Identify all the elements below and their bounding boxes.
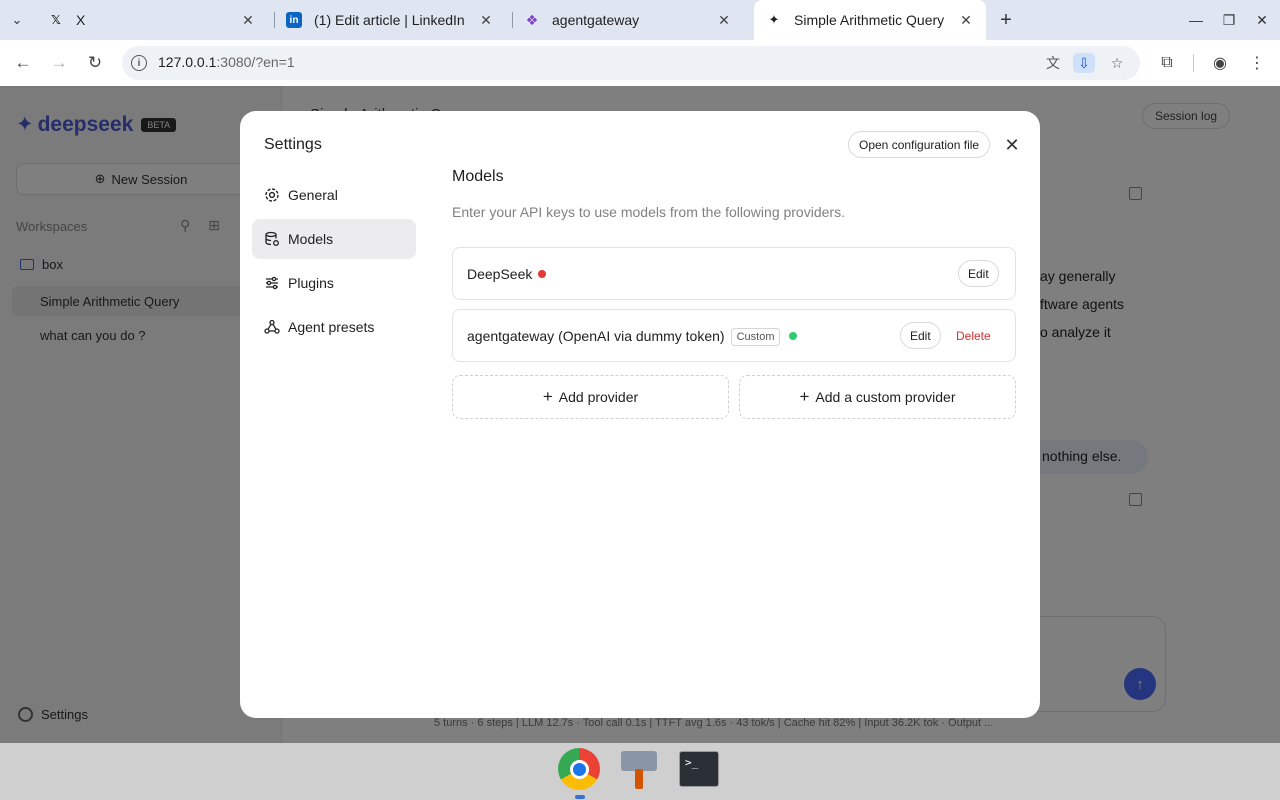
browser-tab-strip: ⌄ 𝕏 X ✕ in (1) Edit article | LinkedIn ✕…: [0, 0, 1280, 40]
install-app-icon[interactable]: ⇩: [1073, 53, 1095, 73]
status-dot: [789, 332, 798, 340]
delete-provider-button[interactable]: Delete: [956, 329, 991, 343]
reload-icon[interactable]: ↻: [83, 51, 107, 75]
settings-nav-plugins[interactable]: Plugins: [252, 263, 416, 303]
settings-dialog: Settings Open configuration file ✕ Gener…: [240, 111, 1040, 718]
custom-badge: Custom: [730, 328, 781, 346]
deepseek-whale-icon: ✦: [768, 12, 780, 27]
terminal-taskbar-icon[interactable]: >_: [677, 747, 721, 791]
close-window-icon[interactable]: ✕: [1250, 8, 1274, 32]
bookmark-star-icon[interactable]: ☆: [1106, 53, 1128, 73]
address-url[interactable]: 127.0.0.1:3080/?en=1: [158, 54, 295, 70]
close-tab-icon[interactable]: ✕: [240, 12, 256, 29]
x-logo-icon: 𝕏: [51, 13, 61, 27]
back-arrow-icon[interactable]: ←: [11, 51, 35, 75]
chrome-taskbar-icon[interactable]: [557, 747, 601, 791]
restore-window-icon[interactable]: ❐: [1217, 8, 1241, 32]
settings-nav-general[interactable]: General: [252, 175, 416, 215]
profile-avatar-icon[interactable]: ◉: [1208, 51, 1232, 75]
sliders-icon: [264, 275, 280, 291]
models-description: Enter your API keys to use models from t…: [452, 204, 845, 220]
close-tab-icon[interactable]: ✕: [958, 12, 974, 29]
add-provider-button[interactable]: + Add provider: [452, 375, 729, 419]
models-heading: Models: [452, 168, 504, 185]
minimize-window-icon[interactable]: —: [1184, 8, 1208, 32]
agentgateway-icon: ❖: [525, 11, 539, 28]
browser-tab-agentgateway[interactable]: ❖ agentgateway ✕: [512, 6, 744, 34]
edit-provider-button[interactable]: Edit: [900, 322, 941, 349]
translate-icon[interactable]: 文: [1042, 53, 1064, 73]
browser-tab-linkedin[interactable]: in (1) Edit article | LinkedIn ✕: [274, 6, 506, 34]
edit-provider-button[interactable]: Edit: [958, 260, 999, 287]
browser-tab-simple-arithmetic[interactable]: ✦ Simple Arithmetic Query ✕: [754, 0, 986, 40]
provider-row-agentgateway: agentgateway (OpenAI via dummy token) Cus…: [452, 309, 1016, 362]
extensions-puzzle-icon[interactable]: ⧉: [1155, 51, 1179, 75]
provider-name: DeepSeek: [467, 266, 547, 282]
site-info-icon[interactable]: i: [131, 55, 147, 71]
close-icon[interactable]: ✕: [1002, 135, 1022, 155]
toolbar-separator: [1193, 54, 1194, 72]
close-tab-icon[interactable]: ✕: [478, 12, 494, 29]
provider-row-deepseek: DeepSeek Edit: [452, 247, 1016, 300]
settings-nav-models[interactable]: Models: [252, 219, 416, 259]
provider-name: agentgateway (OpenAI via dummy token) Cus…: [467, 328, 798, 346]
plus-icon: +: [799, 387, 810, 406]
running-indicator: [575, 795, 585, 799]
browser-tab-x[interactable]: 𝕏 X ✕: [36, 6, 268, 34]
os-taskbar: >_: [0, 743, 1280, 800]
open-configuration-file-button[interactable]: Open configuration file: [848, 131, 991, 158]
address-bar[interactable]: i 127.0.0.1:3080/?en=1 文 ⇩ ☆: [122, 46, 1140, 80]
close-tab-icon[interactable]: ✕: [716, 12, 732, 29]
add-custom-provider-button[interactable]: + Add a custom provider: [739, 375, 1016, 419]
plus-icon: +: [542, 387, 553, 406]
browser-toolbar: ← → ↻ i 127.0.0.1:3080/?en=1 文 ⇩ ☆ ⧉ ◉ ⋮: [0, 40, 1280, 86]
settings-title: Settings: [264, 136, 322, 153]
linkedin-icon: in: [286, 12, 302, 28]
tab-search-chevron-icon[interactable]: ⌄: [4, 8, 30, 32]
gear-icon: [264, 187, 280, 203]
browser-menu-kebab-icon[interactable]: ⋮: [1245, 51, 1269, 75]
settings-nav-agent-presets[interactable]: Agent presets: [252, 307, 416, 347]
agent-icon: [264, 319, 280, 335]
status-dot: [538, 270, 547, 278]
forward-arrow-icon[interactable]: →: [47, 51, 71, 75]
new-tab-plus-icon[interactable]: +: [994, 8, 1018, 32]
tool-taskbar-icon[interactable]: [617, 747, 661, 791]
database-icon: [264, 231, 280, 247]
